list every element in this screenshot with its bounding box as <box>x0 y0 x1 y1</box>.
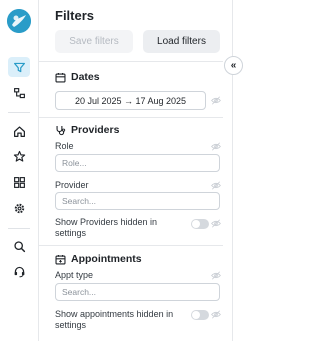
show-hidden-providers-label: Show Providers hidden in settings <box>55 217 158 238</box>
rail-dashboard-button[interactable] <box>8 172 30 192</box>
eye-off-icon[interactable] <box>211 142 221 151</box>
chevrons-left-icon: « <box>230 60 237 71</box>
provider-search-input[interactable]: Search... <box>55 192 220 210</box>
logo-icon <box>7 9 31 33</box>
appt-type-search-input[interactable]: Search... <box>55 283 220 301</box>
providers-heading: Providers <box>71 124 120 136</box>
rail-filter-button[interactable] <box>8 57 30 77</box>
section-divider <box>39 61 223 62</box>
eye-off-icon[interactable] <box>211 181 221 190</box>
date-range-picker[interactable]: 20 Jul 2025 → 17 Aug 2025 <box>55 91 206 110</box>
provider-label: Provider <box>55 180 89 190</box>
rail-support-button[interactable] <box>8 261 30 281</box>
appointments-heading: Appointments <box>71 253 142 265</box>
rail-star-button[interactable] <box>8 146 30 166</box>
eye-off-icon[interactable] <box>211 219 221 228</box>
show-hidden-appointments-toggle[interactable] <box>191 310 209 320</box>
calendar-plus-icon <box>55 254 66 265</box>
rail-search-button[interactable] <box>8 236 30 256</box>
rail-settings-button[interactable] <box>8 198 30 218</box>
panel-title: Filters <box>55 8 95 23</box>
rail-divider <box>8 228 30 229</box>
show-hidden-providers-toggle[interactable] <box>191 219 209 229</box>
eye-off-icon[interactable] <box>211 310 221 319</box>
show-hidden-appointments-label: Show appointments hidden in settings <box>55 309 174 330</box>
appt-type-label: Appt type <box>55 270 94 280</box>
support-icon <box>14 266 24 277</box>
stethoscope-icon <box>56 125 66 135</box>
hierarchy-icon <box>13 87 25 98</box>
load-filters-button[interactable]: Load filters <box>143 30 220 53</box>
dashboard-icon <box>13 176 25 188</box>
appointments-section-header: Appointments <box>55 253 142 265</box>
dates-heading: Dates <box>71 71 100 83</box>
app-logo[interactable] <box>7 9 31 33</box>
home-icon <box>13 125 25 137</box>
eye-off-icon[interactable] <box>211 96 221 105</box>
rail-hierarchy-button[interactable] <box>8 83 30 103</box>
providers-section-header: Providers <box>55 124 119 136</box>
rail-divider <box>8 112 30 113</box>
settings-icon <box>14 203 24 213</box>
eye-off-icon[interactable] <box>211 271 221 280</box>
star-icon <box>13 150 25 162</box>
collapse-panel-button[interactable]: « <box>224 56 243 75</box>
filter-icon <box>13 62 25 72</box>
save-filters-button[interactable]: Save filters <box>55 30 133 53</box>
panel-edge <box>232 0 233 341</box>
section-divider <box>39 117 223 118</box>
section-divider <box>39 245 223 246</box>
calendar-icon <box>55 72 66 83</box>
left-rail <box>0 0 39 341</box>
filters-panel: Filters Save filters Load filters Dates … <box>39 0 223 341</box>
role-label: Role <box>55 141 74 151</box>
dates-section-header: Dates <box>55 71 100 83</box>
role-input[interactable]: Role... <box>55 154 220 172</box>
rail-home-button[interactable] <box>8 121 30 141</box>
search-icon <box>13 240 25 252</box>
